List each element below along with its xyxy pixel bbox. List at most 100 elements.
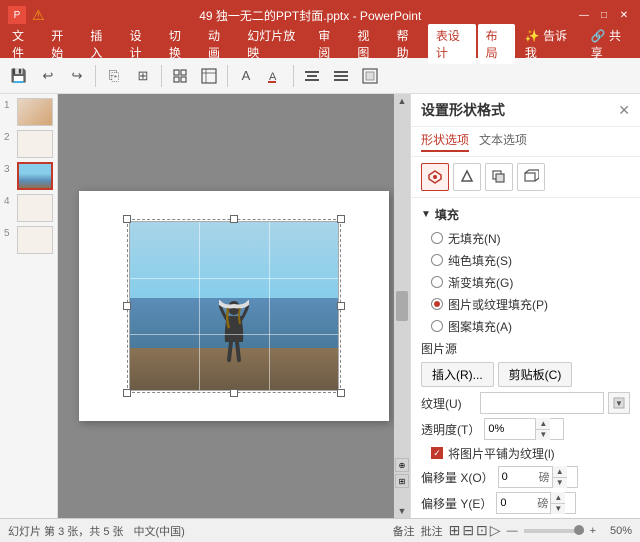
align-btn2[interactable]: [328, 63, 354, 89]
scroll-bar-vertical[interactable]: ▲ ▼: [394, 94, 410, 518]
icon-shape-btn[interactable]: [453, 163, 481, 191]
zoom-minus-btn[interactable]: —: [507, 525, 518, 537]
zoom-fill-btn[interactable]: ⊞: [395, 474, 409, 488]
pattern-fill-radio[interactable]: [431, 320, 443, 332]
icon-3d-btn[interactable]: [517, 163, 545, 191]
slide-thumb-5[interactable]: 5: [4, 226, 53, 254]
offset-y-input[interactable]: [497, 493, 535, 513]
panel-close-btn[interactable]: ✕: [618, 102, 630, 119]
pattern-fill-row[interactable]: 图案填充(A): [411, 315, 640, 337]
zoom-fit-btn[interactable]: ⊕: [395, 458, 409, 472]
slide-img-3[interactable]: [17, 162, 53, 190]
gradient-fill-row[interactable]: 渐变填充(G): [411, 271, 640, 293]
offset-x-up[interactable]: ▲: [553, 466, 567, 477]
slide-img-1[interactable]: [17, 98, 53, 126]
handle-bm[interactable]: [230, 389, 238, 397]
handle-tr[interactable]: [337, 215, 345, 223]
scroll-thumb[interactable]: [396, 291, 408, 321]
format-btn[interactable]: ⊞: [130, 63, 156, 89]
offset-y-up[interactable]: ▲: [551, 492, 565, 503]
no-fill-row[interactable]: 无填充(N): [411, 227, 640, 249]
copy-btn[interactable]: ⎘: [101, 63, 127, 89]
offset-x-down[interactable]: ▼: [553, 478, 567, 489]
undo-btn[interactable]: ↩: [35, 63, 61, 89]
offset-y-down[interactable]: ▼: [551, 504, 565, 515]
tab-text-options[interactable]: 文本选项: [479, 131, 527, 152]
menu-animation[interactable]: 动画: [200, 24, 237, 64]
menu-home[interactable]: 开始: [43, 24, 80, 64]
redo-btn[interactable]: ↪: [64, 63, 90, 89]
slide-thumb-3[interactable]: 3: [4, 162, 53, 190]
texture-input[interactable]: [480, 392, 604, 414]
menu-insert[interactable]: 插入: [82, 24, 119, 64]
slide-img-2[interactable]: [17, 130, 53, 158]
menu-layout[interactable]: 布局: [478, 24, 515, 64]
align-btn1[interactable]: [299, 63, 325, 89]
menu-table-design[interactable]: 表设计: [428, 24, 476, 64]
quick-style-btn[interactable]: A: [262, 63, 288, 89]
offset-y-field[interactable]: 磅 ▲ ▼: [496, 492, 576, 514]
slide-img-4[interactable]: [17, 194, 53, 222]
tile-checkbox[interactable]: ✓: [431, 447, 443, 459]
menu-share[interactable]: 🔗 共享: [583, 24, 636, 64]
margin-btn[interactable]: [357, 63, 383, 89]
menu-file[interactable]: 文件: [4, 24, 41, 64]
handle-ml[interactable]: [123, 302, 131, 310]
view-reading[interactable]: ⊡: [476, 522, 488, 539]
offset-x-field[interactable]: 磅 ▲ ▼: [498, 466, 578, 488]
menu-tell-me[interactable]: ✨ 告诉我: [517, 24, 581, 64]
menu-design[interactable]: 设计: [122, 24, 159, 64]
text-btn[interactable]: A: [233, 63, 259, 89]
handle-br[interactable]: [337, 389, 345, 397]
no-fill-radio[interactable]: [431, 232, 443, 244]
handle-tl[interactable]: [123, 215, 131, 223]
shape-btn2[interactable]: [196, 63, 222, 89]
notes-btn[interactable]: 备注: [393, 523, 415, 539]
shape-btn1[interactable]: [167, 63, 193, 89]
menu-transition[interactable]: 切换: [161, 24, 198, 64]
texture-color-btn[interactable]: ▼: [608, 392, 630, 414]
maximize-button[interactable]: □: [596, 7, 612, 23]
solid-fill-row[interactable]: 纯色填充(S): [411, 249, 640, 271]
slide-thumb-2[interactable]: 2: [4, 130, 53, 158]
close-button[interactable]: ✕: [616, 7, 632, 23]
transparency-up[interactable]: ▲: [536, 418, 550, 429]
view-slide-sorter[interactable]: ⊟: [462, 522, 474, 539]
handle-tm[interactable]: [230, 215, 238, 223]
menu-review[interactable]: 审阅: [310, 24, 347, 64]
menu-view[interactable]: 视图: [349, 24, 386, 64]
slide-thumb-1[interactable]: 1: [4, 98, 53, 126]
scroll-down-btn[interactable]: ▼: [398, 506, 407, 516]
picture-fill-radio[interactable]: [431, 298, 443, 310]
clipboard-btn[interactable]: 剪贴板(C): [498, 362, 573, 387]
zoom-level[interactable]: 50%: [602, 525, 632, 537]
offset-x-input[interactable]: [499, 467, 537, 487]
view-slideshow[interactable]: ▷: [490, 522, 501, 539]
image-frame[interactable]: [129, 221, 339, 391]
tab-shape-options[interactable]: 形状选项: [421, 131, 469, 152]
handle-mr[interactable]: [337, 302, 345, 310]
gradient-fill-radio[interactable]: [431, 276, 443, 288]
zoom-slider[interactable]: [524, 529, 584, 533]
menu-help[interactable]: 帮助: [389, 24, 426, 64]
tile-row[interactable]: ✓将图片平铺为纹理(l): [411, 442, 640, 464]
save-btn[interactable]: 💾: [6, 63, 32, 89]
transparency-input[interactable]: [485, 419, 535, 439]
slide-thumb-4[interactable]: 4: [4, 194, 53, 222]
insert-btn[interactable]: 插入(R)...: [421, 362, 494, 387]
view-normal[interactable]: ⊞: [449, 522, 461, 539]
picture-fill-row[interactable]: 图片或纹理填充(P): [411, 293, 640, 315]
handle-bl[interactable]: [123, 389, 131, 397]
solid-fill-radio[interactable]: [431, 254, 443, 266]
scroll-up-btn[interactable]: ▲: [398, 96, 407, 106]
slide-img-5[interactable]: [17, 226, 53, 254]
comments-btn[interactable]: 批注: [421, 523, 443, 539]
minimize-button[interactable]: —: [576, 7, 592, 23]
icon-shadow-btn[interactable]: [485, 163, 513, 191]
transparency-down[interactable]: ▼: [536, 430, 550, 441]
transparency-field[interactable]: ▲ ▼: [484, 418, 564, 440]
menu-slideshow[interactable]: 幻灯片放映: [239, 24, 308, 64]
icon-fill-btn[interactable]: [421, 163, 449, 191]
zoom-plus-btn[interactable]: +: [590, 525, 596, 537]
fill-section-header[interactable]: ▼ 填充: [411, 202, 640, 227]
